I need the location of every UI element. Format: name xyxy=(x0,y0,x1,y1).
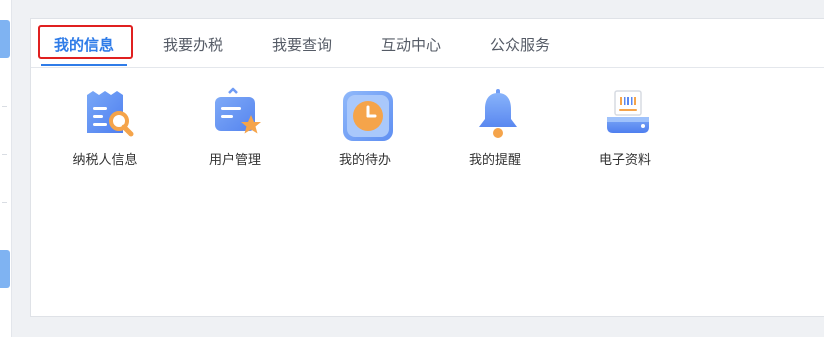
sidebar-divider xyxy=(2,202,7,203)
item-taxpayer-info[interactable]: 纳税人信息 xyxy=(55,85,155,175)
item-my-reminders[interactable]: 我的提醒 xyxy=(445,85,545,175)
tab-tax-handling[interactable]: 我要办税 xyxy=(163,35,223,55)
item-my-todo[interactable]: 我的待办 xyxy=(315,85,415,175)
item-label: 我的提醒 xyxy=(468,153,521,168)
item-electronic-materials[interactable]: 电子资料 xyxy=(575,85,675,175)
tab-query[interactable]: 我要查询 xyxy=(272,35,332,55)
item-label: 用户管理 xyxy=(208,153,261,168)
left-sidebar-strip xyxy=(0,0,12,337)
bell-icon xyxy=(471,87,527,143)
active-tab-underline xyxy=(41,64,127,66)
my-info-panel: 我的信息 我要办税 我要查询 互动中心 公众服务 纳税人信息 用户管理 我的待办… xyxy=(30,18,824,317)
tab-interaction-center[interactable]: 互动中心 xyxy=(381,35,441,55)
sidebar-active-marker-top xyxy=(0,20,10,58)
tab-bar: 我的信息 我要办税 我要查询 互动中心 公众服务 xyxy=(31,19,824,68)
tab-highlight-box xyxy=(38,25,133,59)
item-label: 纳税人信息 xyxy=(72,153,138,168)
taxpayer-info-icon xyxy=(81,87,137,143)
printer-icon xyxy=(601,87,657,143)
user-management-icon xyxy=(211,87,267,143)
item-label: 我的待办 xyxy=(338,153,391,168)
sidebar-divider xyxy=(2,106,7,107)
item-label: 电子资料 xyxy=(598,153,651,168)
clock-icon xyxy=(341,87,397,143)
tab-public-service[interactable]: 公众服务 xyxy=(490,35,550,55)
item-user-management[interactable]: 用户管理 xyxy=(185,85,285,175)
sidebar-active-marker-bottom[interactable] xyxy=(0,250,10,288)
sidebar-divider xyxy=(2,154,7,155)
